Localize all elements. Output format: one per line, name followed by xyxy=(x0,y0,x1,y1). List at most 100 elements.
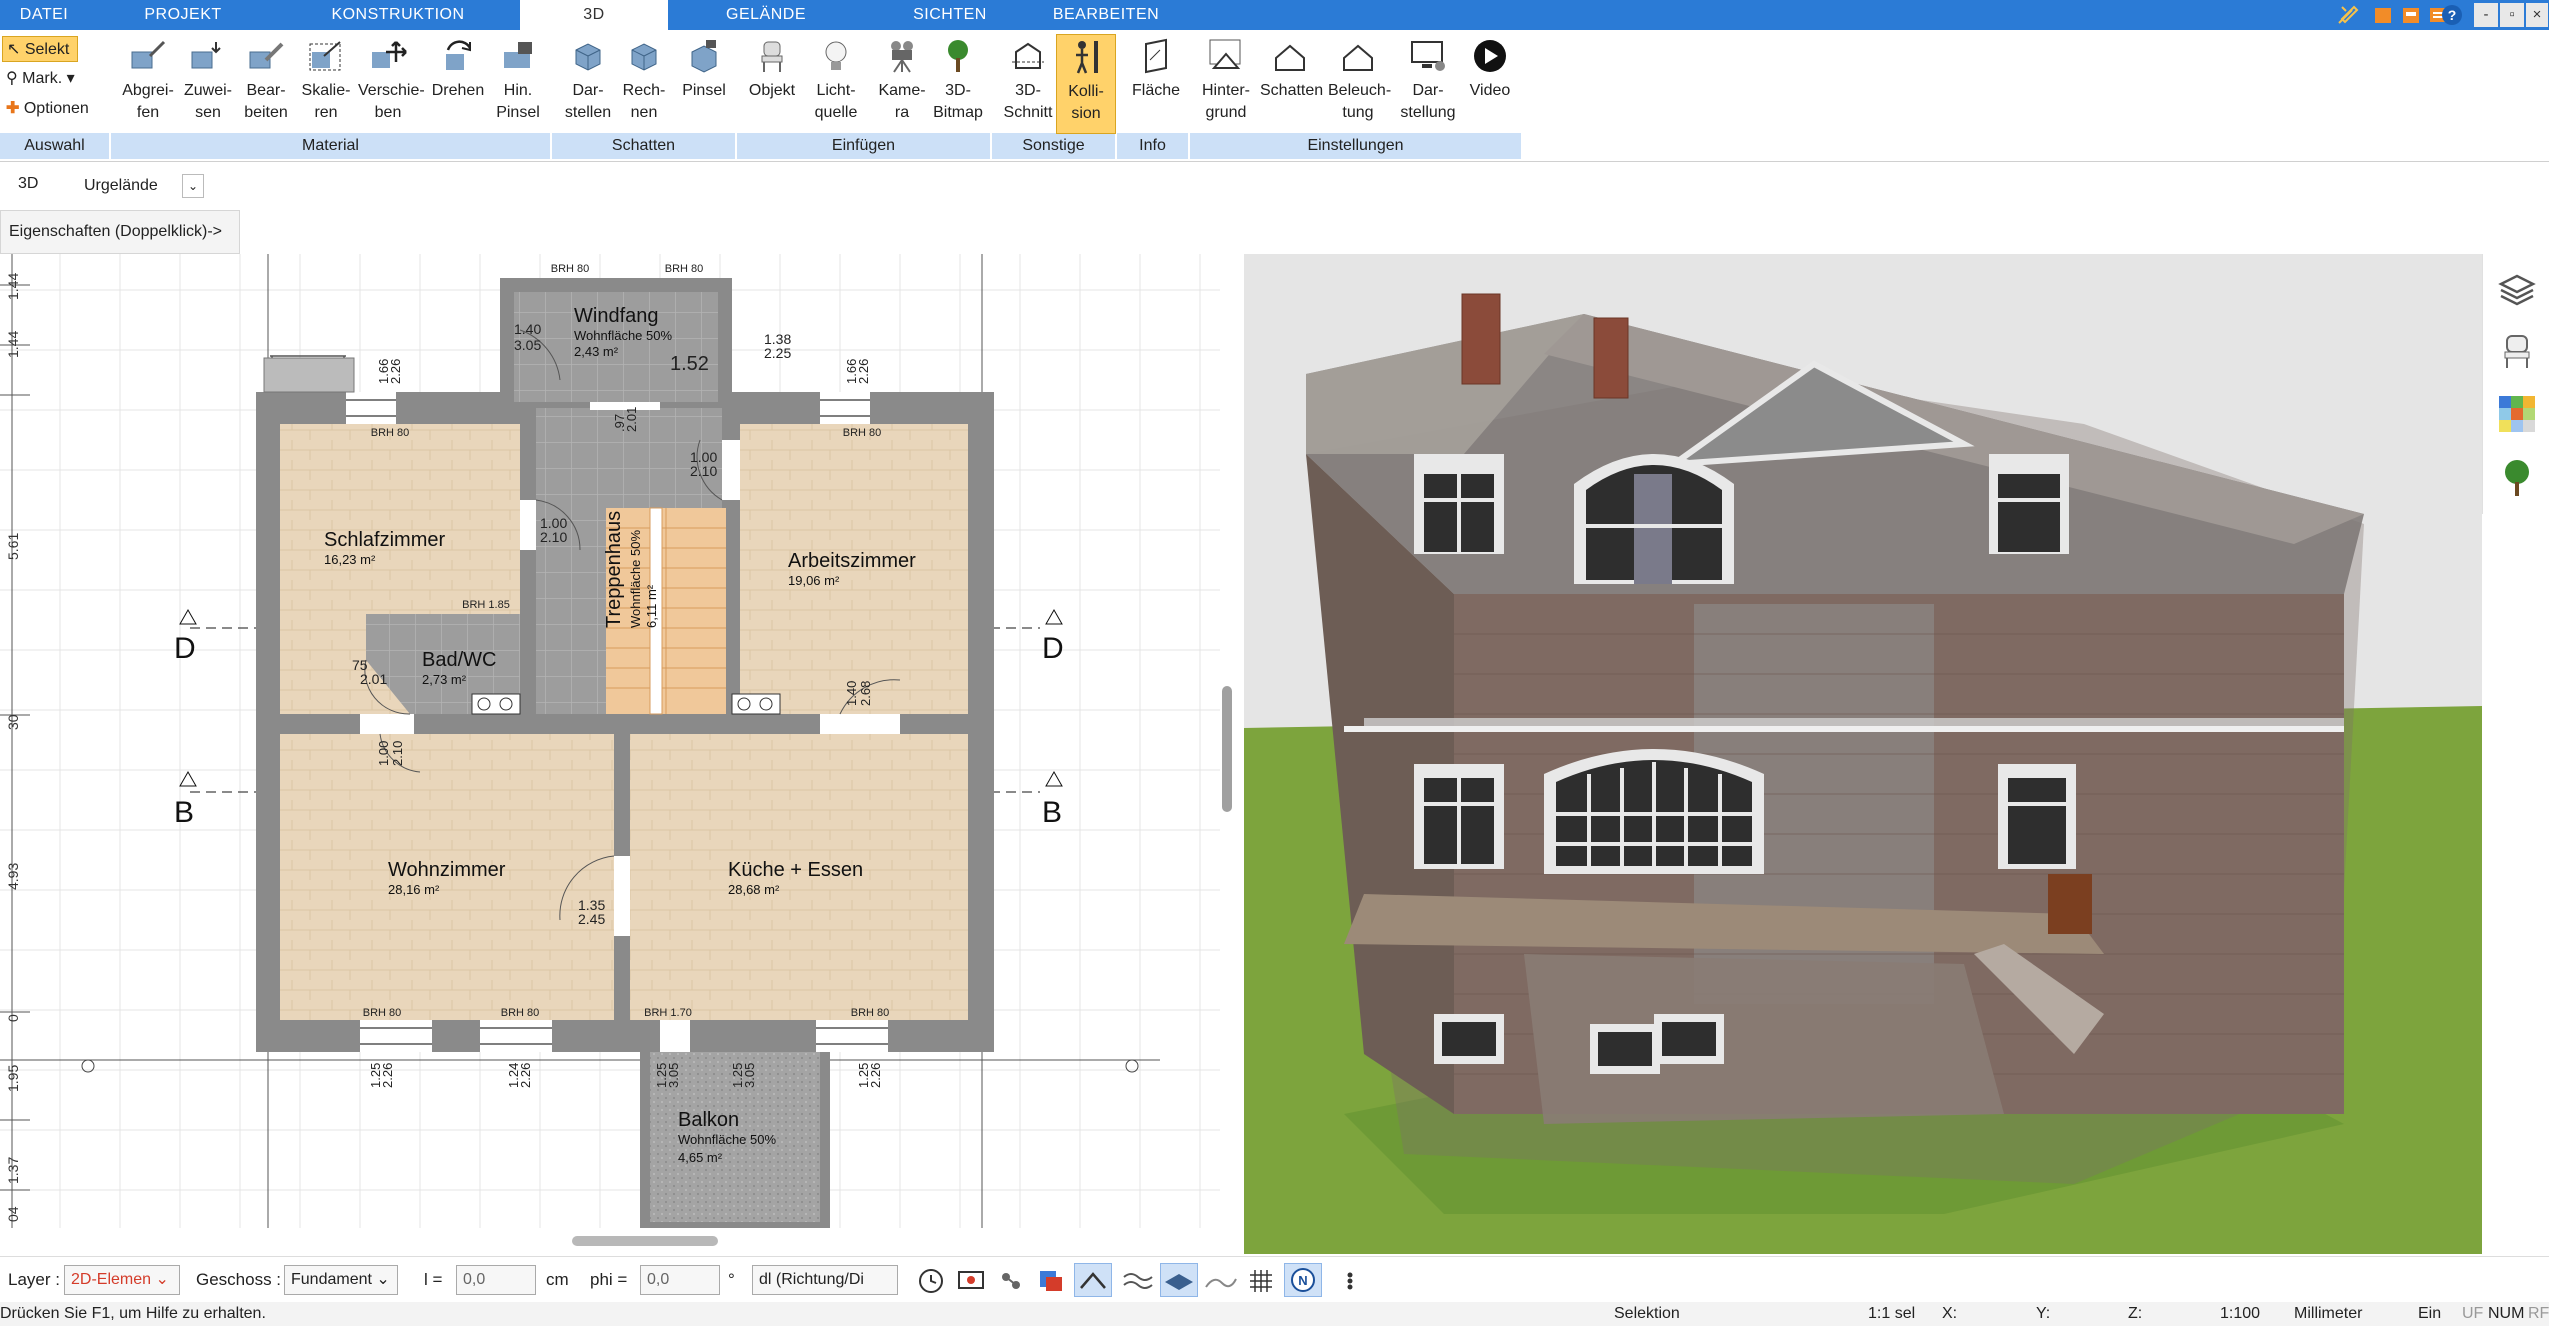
background-button[interactable]: Hinter- grund xyxy=(1196,34,1256,134)
chair-icon xyxy=(761,41,783,72)
group-info: Info xyxy=(1117,133,1189,159)
y-coord: Y: xyxy=(2036,1305,2051,1322)
tree-icon[interactable] xyxy=(2497,458,2537,498)
floor-plan-canvas[interactable]: 1.44 1.44 5.61 30 4.93 0 1.95 1.37 04 D … xyxy=(0,254,1220,1228)
move-material-button[interactable]: Verschie- ben xyxy=(358,34,425,134)
network-icon[interactable] xyxy=(996,1267,1026,1295)
tools-icon[interactable] xyxy=(2336,4,2360,26)
room-area: 2,43 m² xyxy=(574,344,619,359)
edit-material-button[interactable]: Bear- beiten xyxy=(236,34,296,134)
phi-input[interactable]: 0,0 xyxy=(640,1265,720,1295)
background-brush-button[interactable]: Hin. Pinsel xyxy=(488,34,548,134)
section-marker-d-left: D xyxy=(174,632,196,665)
scale-icon xyxy=(309,41,341,71)
waves-icon[interactable] xyxy=(1122,1267,1156,1295)
tab-konstruktion[interactable]: KONSTRUKTION xyxy=(278,0,518,30)
group-auswahl: Auswahl xyxy=(0,133,110,159)
restore-button[interactable]: ▫ xyxy=(2500,3,2524,27)
layers-icon[interactable] xyxy=(2497,270,2537,310)
room-name: Küche + Essen xyxy=(728,859,863,881)
ruler-labels: 1.44 1.44 5.61 30 4.93 0 1.95 1.37 04 xyxy=(5,273,21,1222)
north-toggle[interactable]: N xyxy=(1284,1263,1322,1297)
group-einstellungen: Einstellungen xyxy=(1190,133,1522,159)
help-icon[interactable]: ? xyxy=(2440,3,2464,27)
mark-icon: ⚲ xyxy=(6,70,18,87)
display-button[interactable]: Dar- stellung xyxy=(1398,34,1458,134)
clock-icon[interactable] xyxy=(916,1267,946,1295)
play-icon xyxy=(1474,40,1506,72)
assign-material-button[interactable]: Zuwei- sen xyxy=(178,34,238,134)
svg-text:N: N xyxy=(1298,1273,1307,1288)
brh-label: BRH 80 xyxy=(363,1007,402,1019)
3d-view[interactable] xyxy=(1244,254,2482,1254)
door-label: 2.01 xyxy=(360,671,387,687)
tab-sichten[interactable]: SICHTEN xyxy=(864,0,1036,30)
brh-label: BRH 80 xyxy=(851,1007,890,1019)
section-icon xyxy=(1012,42,1044,69)
tab-3d[interactable]: 3D xyxy=(520,0,668,30)
horizontal-scrollbar[interactable] xyxy=(572,1236,718,1246)
plane-toggle[interactable] xyxy=(1074,1263,1112,1297)
rotate-material-button[interactable]: Drehen xyxy=(428,34,488,134)
orange-box-icon[interactable] xyxy=(2372,4,2394,26)
pick-material-button[interactable]: Abgrei- fen xyxy=(118,34,178,134)
length-input[interactable]: 0,0 xyxy=(456,1265,536,1295)
floor-plan-view[interactable]: 1.44 1.44 5.61 30 4.93 0 1.95 1.37 04 D … xyxy=(0,254,1220,1228)
collision-button[interactable]: Kolli- sion xyxy=(1056,34,1116,134)
area-icon xyxy=(1145,38,1167,74)
tab-bearbeiten[interactable]: BEARBEITEN xyxy=(1036,0,1176,30)
terrain-select[interactable]: Urgelände ⌄ xyxy=(80,173,204,199)
room-area: 6,11 m² xyxy=(644,584,659,628)
area-button[interactable]: Fläche xyxy=(1126,34,1186,134)
mode-text: Selektion xyxy=(1614,1305,1680,1322)
scale-text: 1:100 xyxy=(2220,1305,2261,1322)
dl-select[interactable]: dl (Richtung/Di xyxy=(752,1265,898,1295)
grid-icon[interactable] xyxy=(1246,1267,1276,1295)
ratio-text: 1:1 sel xyxy=(1868,1305,1916,1322)
mark-button[interactable]: ⚲ Mark. ▾ xyxy=(2,66,102,92)
light-source-button[interactable]: Licht- quelle xyxy=(806,34,866,134)
lighting-button[interactable]: Beleuch- tung xyxy=(1328,34,1391,134)
show-shadow-button[interactable]: Dar- stellen xyxy=(558,34,618,134)
chimney xyxy=(1593,317,1629,399)
shadow-settings-button[interactable]: Schatten xyxy=(1260,34,1323,134)
minimize-button[interactable]: - xyxy=(2474,3,2498,27)
select-button[interactable]: ↖ Selekt xyxy=(2,36,78,62)
floor-select[interactable]: Fundament ⌄ xyxy=(284,1265,398,1295)
shadow-brush-button[interactable]: Pinsel xyxy=(674,34,734,134)
door-label: 2.68 xyxy=(858,681,873,706)
vertical-scrollbar[interactable] xyxy=(1222,686,1232,812)
properties-button[interactable]: Eigenschaften (Doppelklick)-> xyxy=(0,210,240,254)
tab-projekt[interactable]: PROJEKT xyxy=(88,0,278,30)
camera-button[interactable]: Kame- ra xyxy=(872,34,932,134)
floor-toggle[interactable] xyxy=(1160,1263,1198,1297)
screen-icon[interactable] xyxy=(956,1267,986,1295)
terrain-icon[interactable] xyxy=(1204,1267,1238,1295)
tab-datei[interactable]: DATEI xyxy=(0,0,88,30)
layer-select[interactable]: 2D-Elemen ⌄ xyxy=(64,1265,180,1295)
ruler-label: 04 xyxy=(5,1206,21,1222)
compute-shadow-button[interactable]: Rech- nen xyxy=(614,34,674,134)
scale-material-button[interactable]: Skalie- ren xyxy=(296,34,356,134)
video-button[interactable]: Video xyxy=(1460,34,1520,134)
3d-section-button[interactable]: 3D- Schnitt xyxy=(998,34,1058,134)
palette-icon[interactable] xyxy=(2497,394,2537,434)
close-button[interactable]: × xyxy=(2526,3,2548,27)
orange-box2-icon[interactable] xyxy=(2400,4,2422,26)
input-bar: Layer : 2D-Elemen ⌄ Geschoss : Fundament… xyxy=(0,1256,2549,1302)
dropdown-icon[interactable]: ⌄ xyxy=(182,174,204,198)
ruler-label: 1.44 xyxy=(5,273,21,300)
options-button[interactable]: ✚ Optionen xyxy=(2,96,112,122)
z-coord: Z: xyxy=(2128,1305,2143,1322)
object-button[interactable]: Objekt xyxy=(742,34,802,134)
chair-icon[interactable] xyxy=(2497,332,2537,372)
3d-house-render[interactable] xyxy=(1244,254,2482,1254)
room-area: 2,73 m² xyxy=(422,672,467,687)
stack-icon[interactable] xyxy=(1036,1267,1066,1295)
3d-bitmap-button[interactable]: 3D- Bitmap xyxy=(928,34,988,134)
brh-label: BRH 80 xyxy=(371,427,410,439)
layer-plane-icon xyxy=(1165,1274,1193,1290)
tab-gelaende[interactable]: GELÄNDE xyxy=(668,0,864,30)
more-icon[interactable] xyxy=(1340,1267,1360,1295)
edit-icon xyxy=(249,42,284,69)
